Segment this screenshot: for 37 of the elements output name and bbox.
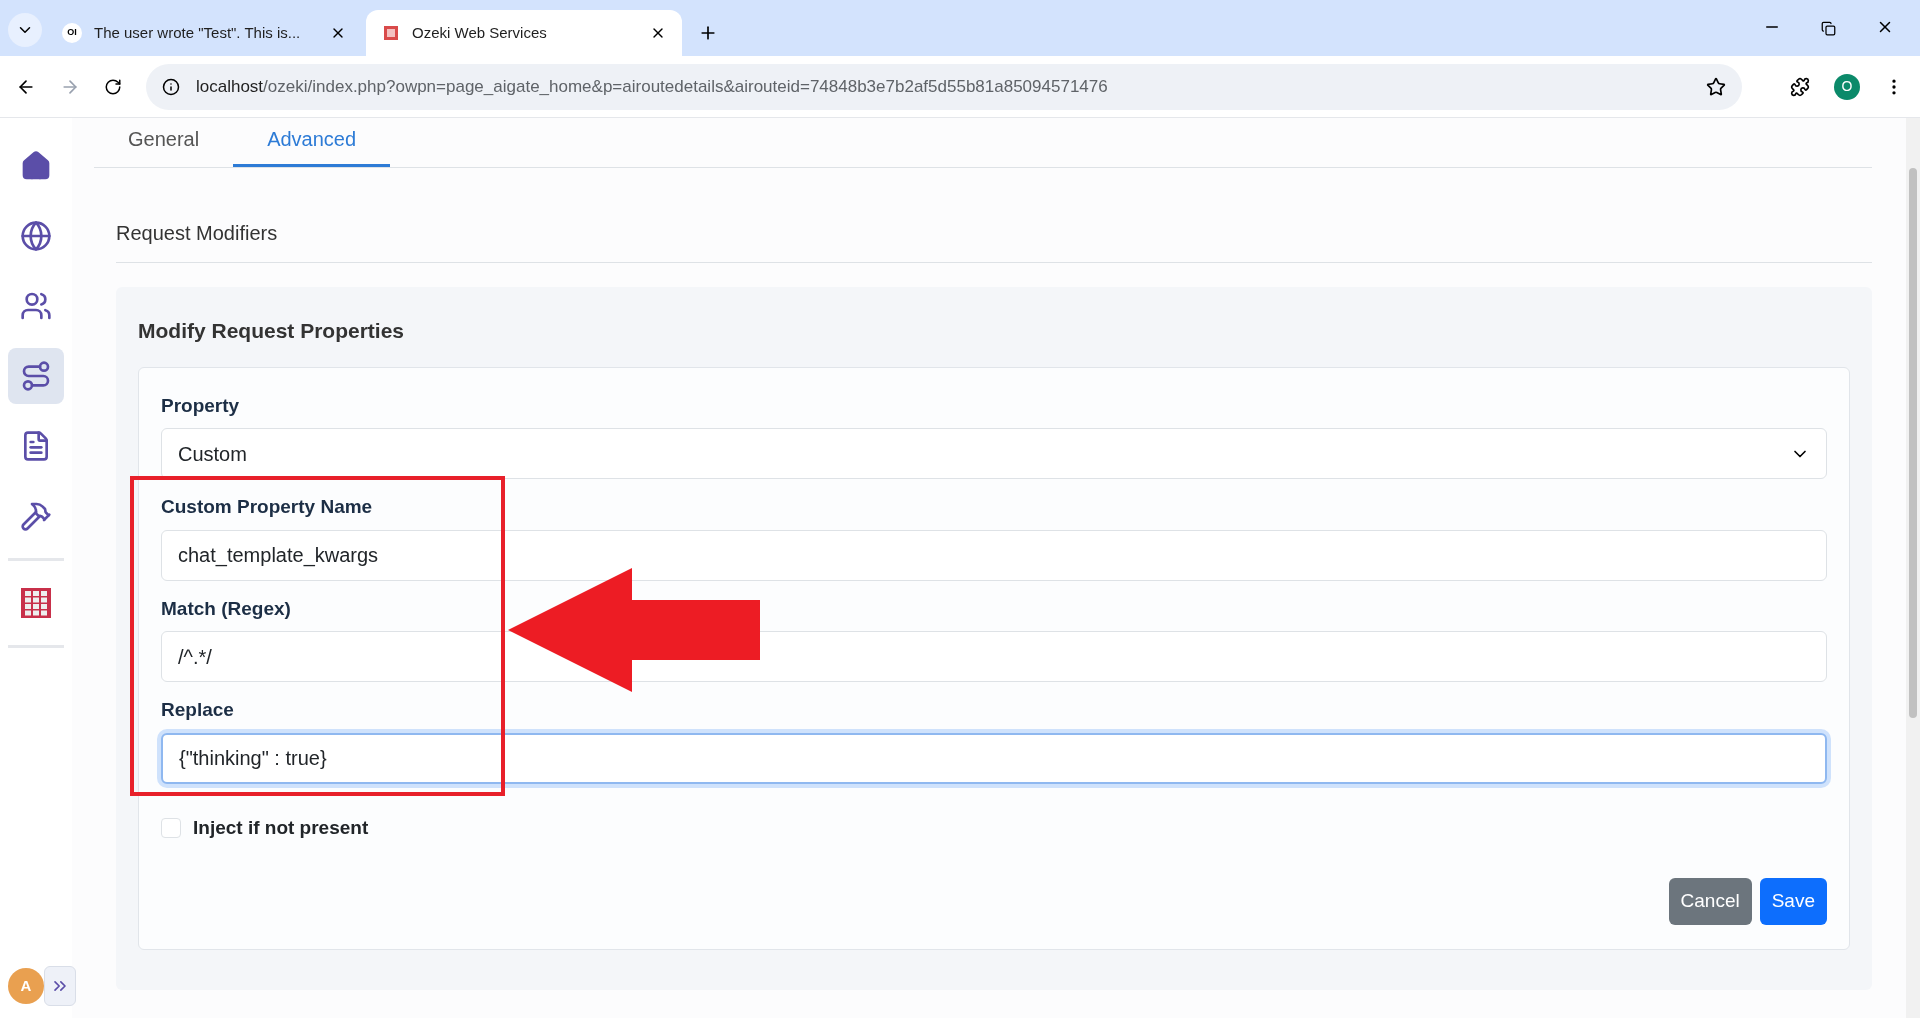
property-select[interactable]: Custom [161, 428, 1827, 479]
cancel-button[interactable]: Cancel [1668, 878, 1752, 925]
extensions-icon[interactable] [1790, 76, 1810, 97]
globe-icon [20, 220, 52, 252]
restore-icon[interactable] [1821, 21, 1836, 36]
field-label: Replace [161, 698, 235, 722]
hammer-icon [20, 500, 52, 532]
tab[interactable]: General [94, 124, 234, 167]
browser-tab[interactable]: Ozeki Web Services [366, 10, 682, 56]
text-field[interactable]: chat_template_kwargs [161, 529, 1827, 581]
field-label: Match (Regex) [161, 596, 292, 621]
section-title: Request Modifiers [116, 218, 1872, 263]
text-field[interactable]: /^.*/ [161, 631, 1827, 682]
profile-avatar[interactable]: O [1834, 73, 1860, 100]
browser-tab[interactable]: OI The user wrote "Test". This is... [46, 10, 362, 56]
users-icon [20, 290, 52, 322]
tab-favicon: OI [62, 23, 82, 43]
reload-icon[interactable] [104, 77, 122, 96]
site-info-icon[interactable] [162, 77, 180, 96]
field-label: Property [161, 393, 241, 418]
home-icon [20, 150, 52, 182]
sidebar-item[interactable] [8, 348, 64, 404]
tab-title: Ozeki Web Services [412, 22, 548, 43]
checkbox[interactable] [161, 817, 181, 838]
tab-favicon-icon [382, 24, 400, 42]
keypad-icon [20, 587, 52, 619]
address-bar[interactable]: localhost/ozeki/index.php?owpn=page_aigate_home&p=airoutedetails&airouteid=74848b3e7b2af5d55b81a85094571476 [146, 63, 1742, 110]
field-label: Custom Property Name [161, 495, 374, 519]
route-icon [20, 360, 52, 392]
expand-sidebar-button[interactable] [44, 966, 76, 1006]
bookmark-star-icon[interactable] [1706, 76, 1726, 97]
save-button[interactable]: Save [1759, 878, 1827, 925]
checkbox-label: Inject if not present [193, 815, 369, 840]
url-text: localhost/ozeki/index.php?owpn=page_aigate_home&p=airoutedetails&airouteid=74848b3e7b2af5d55b81a85094571476 [196, 75, 1109, 98]
card-title: Modify Request Properties [138, 318, 406, 344]
tab[interactable]: Advanced [233, 124, 391, 167]
tab-title: The user wrote "Test". This is... [94, 22, 302, 43]
